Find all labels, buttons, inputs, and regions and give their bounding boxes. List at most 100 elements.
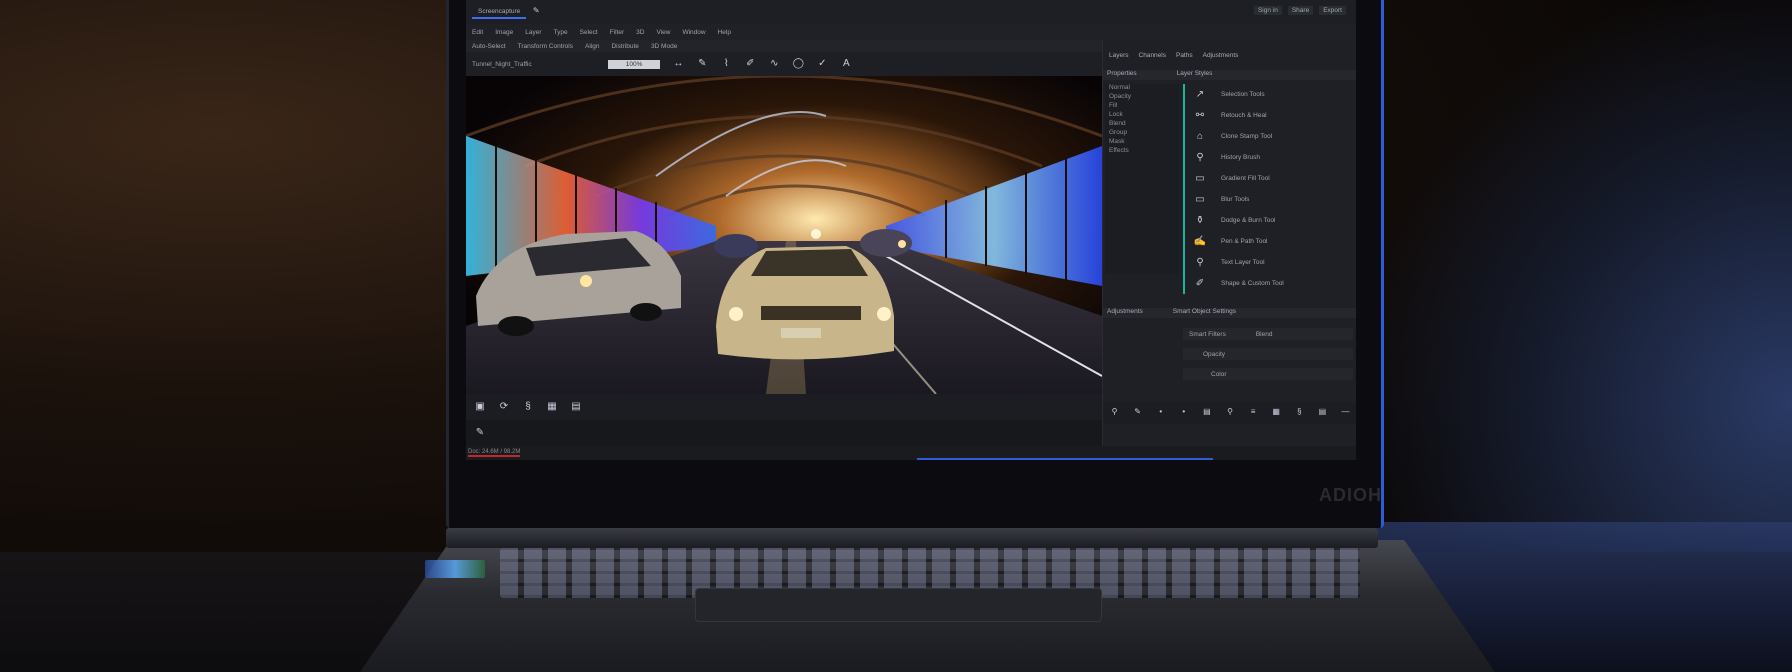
brush-tool-icon[interactable]: ✎ [696, 58, 708, 70]
export-button[interactable]: Export [1319, 6, 1346, 15]
list-item[interactable]: Mask [1105, 138, 1179, 147]
laptop-sticker [425, 560, 485, 578]
pen-tool-icon[interactable]: ✐ [744, 58, 756, 70]
lasso-tool-icon[interactable]: ⌇ [720, 58, 732, 70]
move-tool-icon[interactable]: ↔ [672, 58, 684, 70]
frame-icon[interactable]: ▣ [474, 401, 486, 413]
list-item[interactable]: ▭ Gradient Fill Tool [1185, 168, 1356, 189]
list-item-label: Clone Stamp Tool [1221, 133, 1273, 140]
dot-icon[interactable]: • [1155, 407, 1166, 419]
menu-edit[interactable]: Edit [472, 29, 483, 36]
search-icon[interactable]: ⚲ [1109, 407, 1120, 419]
shape-icon: ✐ [1195, 278, 1205, 289]
zoom-input[interactable]: 100% [607, 59, 661, 69]
list-item[interactable]: ⚯ Retouch & Heal [1185, 105, 1356, 126]
history-icon: ⚲ [1196, 152, 1204, 163]
edit-icon[interactable]: ✎ [1132, 407, 1143, 419]
curve-tool-icon[interactable]: ∿ [768, 58, 780, 70]
signin-button[interactable]: Sign in [1253, 6, 1282, 15]
pen-icon: ✍ [1193, 236, 1207, 247]
tab-channels[interactable]: Channels [1139, 52, 1166, 66]
menu-type[interactable]: Type [554, 29, 568, 36]
menu-layer[interactable]: Layer [525, 29, 541, 36]
panel-header-left: Properties [1107, 70, 1137, 77]
list-item[interactable]: Effects [1105, 147, 1179, 156]
option-distribute[interactable]: Distribute [611, 43, 638, 50]
page-icon[interactable]: ▤ [1201, 407, 1212, 419]
dodge-icon: ⚱ [1195, 215, 1205, 226]
menu-bar: Edit Image Layer Type Select Filter 3D V… [466, 24, 1356, 40]
list-item[interactable]: ✍ Pen & Path Tool [1185, 231, 1356, 252]
option-3d-mode[interactable]: 3D Mode [651, 43, 677, 50]
list-item[interactable]: ⚱ Dodge & Burn Tool [1185, 210, 1356, 231]
trackpad [695, 588, 1102, 622]
layout-icon[interactable]: ▤ [1317, 407, 1328, 419]
menu-view[interactable]: View [656, 29, 670, 36]
list-item[interactable]: ↗ Selection Tools [1185, 84, 1356, 105]
stamp-icon: ⌂ [1196, 131, 1204, 142]
list-item[interactable]: ▭ Blur Tools [1185, 189, 1356, 210]
list-item[interactable]: Normal [1105, 84, 1179, 93]
center-car [716, 246, 894, 360]
menu-help[interactable]: Help [718, 29, 731, 36]
minus-icon[interactable]: — [1340, 407, 1351, 419]
blur-icon: ▭ [1195, 194, 1205, 205]
tab-adjustments[interactable]: Adjustments [1203, 52, 1239, 66]
list-item-label: Pen & Path Tool [1221, 238, 1268, 245]
property-row[interactable]: Opacity [1183, 348, 1353, 360]
section-icon[interactable]: § [1294, 407, 1305, 419]
tab-layers[interactable]: Layers [1109, 52, 1129, 66]
image-canvas[interactable] [466, 76, 1102, 394]
share-button[interactable]: Share [1287, 6, 1314, 15]
list-item[interactable]: Opacity [1105, 93, 1179, 102]
option-align[interactable]: Align [585, 43, 599, 50]
menu-3d[interactable]: 3D [636, 29, 644, 36]
properties-area: Smart Filters Blend Opacity Color [1103, 320, 1356, 400]
list-item[interactable]: Group [1105, 129, 1179, 138]
menu-window[interactable]: Window [682, 29, 705, 36]
grid-icon[interactable]: ▦ [1271, 407, 1282, 419]
property-label: Smart Filters [1189, 330, 1226, 338]
check-tool-icon[interactable]: ✓ [816, 58, 828, 70]
layout-icon[interactable]: ▤ [570, 401, 582, 413]
pencil-icon[interactable]: ✎ [530, 6, 542, 18]
list-item[interactable]: ⌂ Clone Stamp Tool [1185, 126, 1356, 147]
list-item[interactable]: ⚲ Text Layer Tool [1185, 252, 1356, 273]
menu-icon[interactable]: ≡ [1248, 407, 1259, 419]
select-icon: ↗ [1195, 89, 1205, 100]
property-row[interactable]: Smart Filters Blend [1183, 328, 1353, 340]
list-item[interactable]: Blend [1105, 120, 1179, 129]
section-icon[interactable]: § [522, 401, 534, 413]
text-icon: ⚲ [1196, 257, 1204, 268]
property-row[interactable]: Color [1183, 368, 1353, 380]
title-bar: Screencapture ✎ Sign in Share Export [466, 0, 1356, 24]
list-item[interactable]: Lock [1105, 111, 1179, 120]
list-item-label: Retouch & Heal [1221, 112, 1267, 119]
panel-header-right: Layer Styles [1176, 70, 1213, 77]
option-auto-select[interactable]: Auto-Select [472, 43, 506, 50]
list-item[interactable]: ⚲ History Brush [1185, 147, 1356, 168]
menu-select[interactable]: Select [580, 29, 598, 36]
list-item[interactable]: ✐ Shape & Custom Tool [1185, 273, 1356, 294]
grid-icon[interactable]: ▦ [546, 401, 558, 413]
heal-icon: ⚯ [1195, 110, 1205, 121]
menu-image[interactable]: Image [495, 29, 513, 36]
document-tab[interactable]: Screencapture [472, 6, 527, 19]
screen: Screencapture ✎ Sign in Share Export Edi… [466, 0, 1356, 460]
dot-icon[interactable]: • [1178, 407, 1189, 419]
tab-paths[interactable]: Paths [1176, 52, 1193, 66]
tunnel-photo [466, 76, 1102, 394]
list-item-label: Dodge & Burn Tool [1221, 217, 1276, 224]
type-tool-icon[interactable]: A [840, 58, 852, 70]
panel-tabs: Layers Channels Paths Adjustments [1103, 52, 1356, 66]
link-icon[interactable]: ⚲ [1224, 407, 1235, 419]
rotate-icon[interactable]: ⟳ [498, 401, 510, 413]
option-transform[interactable]: Transform Controls [518, 43, 573, 50]
canvas-toolbar: ▣ ⟳ § ▦ ▤ [466, 394, 1102, 420]
ellipse-tool-icon[interactable]: ◯ [792, 58, 804, 70]
pencil-icon[interactable]: ✎ [474, 427, 486, 439]
menu-filter[interactable]: Filter [610, 29, 624, 36]
list-item-label: Selection Tools [1221, 91, 1265, 98]
property-list: Normal Opacity Fill Lock Blend Group Mas… [1105, 84, 1179, 274]
list-item[interactable]: Fill [1105, 102, 1179, 111]
